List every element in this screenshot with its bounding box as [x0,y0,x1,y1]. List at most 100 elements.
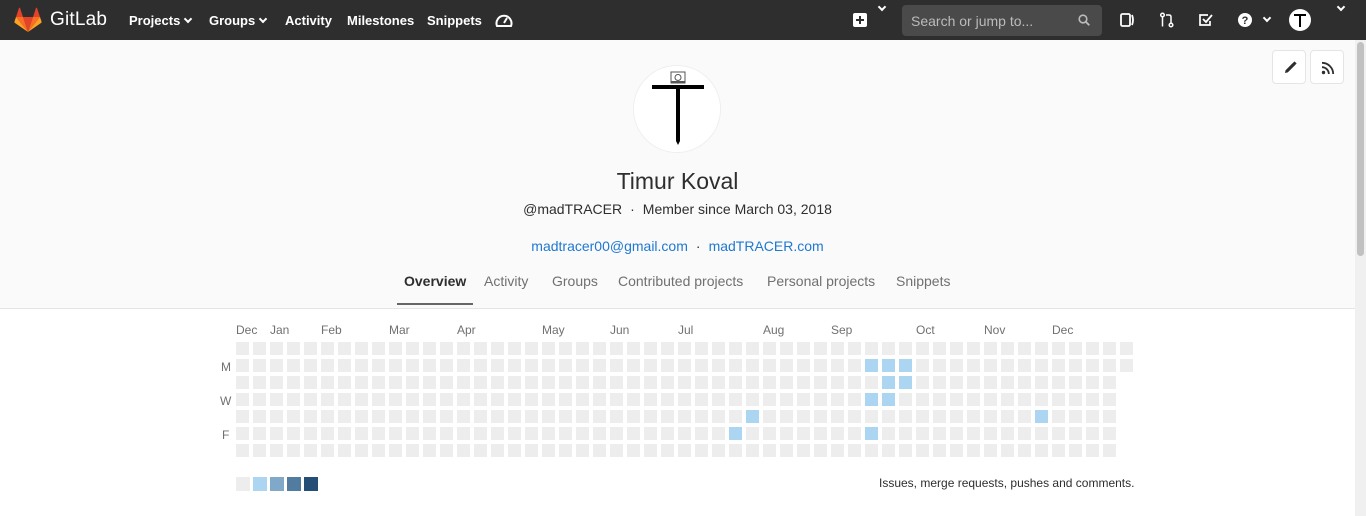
contribution-cell[interactable] [899,410,912,423]
contribution-cell[interactable] [236,376,249,389]
contribution-cell[interactable] [1086,342,1099,355]
contribution-cell[interactable] [967,342,980,355]
contribution-cell[interactable] [1069,444,1082,457]
search-input[interactable] [902,5,1102,36]
contribution-cell[interactable] [678,427,691,440]
contribution-cell[interactable] [253,393,266,406]
contribution-cell[interactable] [491,342,504,355]
contribution-cell[interactable] [848,444,861,457]
contribution-cell[interactable] [1120,359,1133,372]
contribution-cell[interactable] [406,393,419,406]
contribution-cell[interactable] [933,359,946,372]
contribution-cell[interactable] [440,427,453,440]
contribution-cell[interactable] [644,393,657,406]
contribution-cell[interactable] [1001,342,1014,355]
contribution-cell[interactable] [712,359,725,372]
contribution-cell[interactable] [1001,393,1014,406]
tab-personal-projects[interactable]: Personal projects [767,273,875,303]
contribution-cell[interactable] [287,393,300,406]
contribution-cell[interactable] [440,410,453,423]
contribution-cell[interactable] [627,410,640,423]
contribution-cell[interactable] [576,359,589,372]
contribution-cell[interactable] [389,444,402,457]
contribution-cell[interactable] [474,342,487,355]
contribution-cell[interactable] [746,444,759,457]
contribution-cell[interactable] [780,427,793,440]
contribution-cell[interactable] [780,393,793,406]
contribution-cell[interactable] [491,427,504,440]
contribution-cell[interactable] [797,393,810,406]
nav-projects[interactable]: Projects [129,13,193,28]
contribution-cell[interactable] [406,359,419,372]
contribution-cell[interactable] [1001,427,1014,440]
contribution-cell[interactable] [457,376,470,389]
contribution-cell[interactable] [916,359,929,372]
contribution-cell[interactable] [814,376,827,389]
contribution-cell[interactable] [287,359,300,372]
contribution-cell[interactable] [610,376,623,389]
contribution-cell[interactable] [423,342,436,355]
contribution-cell[interactable] [304,359,317,372]
contribution-cell[interactable] [321,342,334,355]
contribution-cell[interactable] [678,393,691,406]
contribution-cell[interactable] [780,410,793,423]
contribution-cell[interactable] [1001,444,1014,457]
contribution-cell[interactable] [1035,427,1048,440]
contribution-cell[interactable] [882,376,895,389]
contribution-cell[interactable] [933,393,946,406]
contribution-cell[interactable] [678,359,691,372]
contribution-cell[interactable] [899,393,912,406]
contribution-cell[interactable] [1001,410,1014,423]
contribution-cell[interactable] [695,393,708,406]
contribution-cell[interactable] [899,444,912,457]
contribution-cell[interactable] [304,444,317,457]
contribution-cell[interactable] [270,427,283,440]
contribution-cell[interactable] [338,342,351,355]
contribution-cell[interactable] [338,376,351,389]
website-link[interactable]: madTRACER.com [709,238,824,254]
contribution-cell[interactable] [1069,342,1082,355]
contribution-cell[interactable] [474,359,487,372]
chevron-down-icon[interactable] [1337,2,1346,12]
contribution-cell[interactable] [712,410,725,423]
contribution-cell[interactable] [559,393,572,406]
contribution-cell[interactable] [1086,427,1099,440]
contribution-cell[interactable] [831,410,844,423]
contribution-cell[interactable] [542,393,555,406]
contribution-cell[interactable] [984,427,997,440]
contribution-cell[interactable] [287,444,300,457]
contribution-cell[interactable] [440,342,453,355]
gitlab-logo-icon[interactable] [14,7,42,33]
contribution-cell[interactable] [253,376,266,389]
contribution-cell[interactable] [1103,342,1116,355]
contribution-cell[interactable] [440,444,453,457]
contribution-cell[interactable] [406,342,419,355]
contribution-cell[interactable] [321,410,334,423]
contribution-cell[interactable] [372,376,385,389]
contribution-cell[interactable] [287,427,300,440]
nav-milestones[interactable]: Milestones [347,13,414,28]
contribution-cell[interactable] [576,444,589,457]
contribution-cell[interactable] [1035,444,1048,457]
contribution-cell[interactable] [457,427,470,440]
contribution-cell[interactable] [406,410,419,423]
contribution-cell[interactable] [593,393,606,406]
contribution-cell[interactable] [542,410,555,423]
contribution-cell[interactable] [304,393,317,406]
contribution-cell[interactable] [491,410,504,423]
merge-request-icon[interactable] [1159,12,1175,28]
contribution-cell[interactable] [474,410,487,423]
contribution-cell[interactable] [270,359,283,372]
contribution-cell[interactable] [593,359,606,372]
contribution-cell[interactable] [1103,427,1116,440]
page-scrollbar[interactable] [1355,40,1366,516]
contribution-cell[interactable] [1018,393,1031,406]
contribution-cell[interactable] [287,342,300,355]
contribution-cell[interactable] [763,359,776,372]
contribution-cell[interactable] [236,444,249,457]
contribution-cell[interactable] [576,393,589,406]
contribution-cell[interactable] [848,376,861,389]
contribution-cell[interactable] [372,410,385,423]
contribution-cell[interactable] [763,410,776,423]
contribution-cell[interactable] [661,393,674,406]
